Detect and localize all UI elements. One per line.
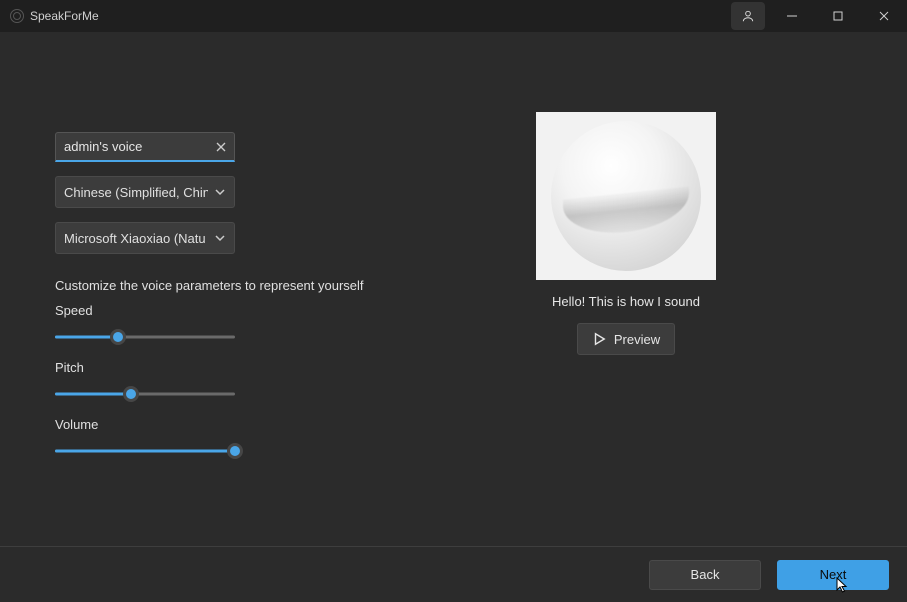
app-title: SpeakForMe (30, 9, 99, 23)
voice-preview-image (536, 112, 716, 280)
volume-slider[interactable] (55, 442, 235, 460)
slider-thumb[interactable] (123, 386, 139, 402)
titlebar: SpeakForMe (0, 0, 907, 32)
language-dropdown-label: Chinese (Simplified, Chin (64, 185, 208, 200)
chevron-down-icon (214, 232, 226, 244)
language-dropdown[interactable]: Chinese (Simplified, Chin (55, 176, 235, 208)
preview-button-label: Preview (614, 332, 660, 347)
preview-button[interactable]: Preview (577, 323, 675, 355)
next-button[interactable]: Next (777, 560, 889, 590)
clear-icon (216, 142, 226, 152)
sphere-graphic (551, 121, 701, 271)
right-column: Hello! This is how I sound Preview (395, 72, 857, 536)
slider-fill (55, 450, 235, 453)
slider-fill (55, 336, 118, 339)
preview-caption: Hello! This is how I sound (552, 294, 700, 309)
chevron-down-icon (214, 186, 226, 198)
slider-thumb[interactable] (227, 443, 243, 459)
user-account-button[interactable] (731, 2, 765, 30)
close-icon (878, 10, 890, 22)
minimize-button[interactable] (769, 0, 815, 32)
voice-name-field-wrap (55, 132, 235, 162)
speed-slider-group: Speed (55, 303, 395, 346)
content-area: Chinese (Simplified, Chin Microsoft Xiao… (0, 32, 907, 546)
next-button-label: Next (820, 567, 847, 582)
voice-dropdown[interactable]: Microsoft Xiaoxiao (Natu (55, 222, 235, 254)
slider-fill (55, 393, 131, 396)
pitch-label: Pitch (55, 360, 395, 375)
back-button-label: Back (691, 567, 720, 582)
minimize-icon (786, 10, 798, 22)
footer-bar: Back Next (0, 546, 907, 602)
volume-label: Volume (55, 417, 395, 432)
customize-hint: Customize the voice parameters to repres… (55, 278, 395, 293)
voice-name-input[interactable] (55, 132, 235, 162)
close-button[interactable] (861, 0, 907, 32)
voice-dropdown-label: Microsoft Xiaoxiao (Natu (64, 231, 208, 246)
title-left: SpeakForMe (10, 9, 99, 23)
play-icon (592, 332, 606, 346)
maximize-icon (832, 10, 844, 22)
app-icon (10, 9, 24, 23)
back-button[interactable]: Back (649, 560, 761, 590)
user-icon (741, 9, 755, 23)
speed-label: Speed (55, 303, 395, 318)
volume-slider-group: Volume (55, 417, 395, 460)
pitch-slider-group: Pitch (55, 360, 395, 403)
speed-slider[interactable] (55, 328, 235, 346)
app-window: SpeakForMe Chinese (Simplified, Chin (0, 0, 907, 602)
left-column: Chinese (Simplified, Chin Microsoft Xiao… (55, 72, 395, 536)
pitch-slider[interactable] (55, 385, 235, 403)
maximize-button[interactable] (815, 0, 861, 32)
clear-input-button[interactable] (211, 137, 231, 157)
slider-thumb[interactable] (110, 329, 126, 345)
